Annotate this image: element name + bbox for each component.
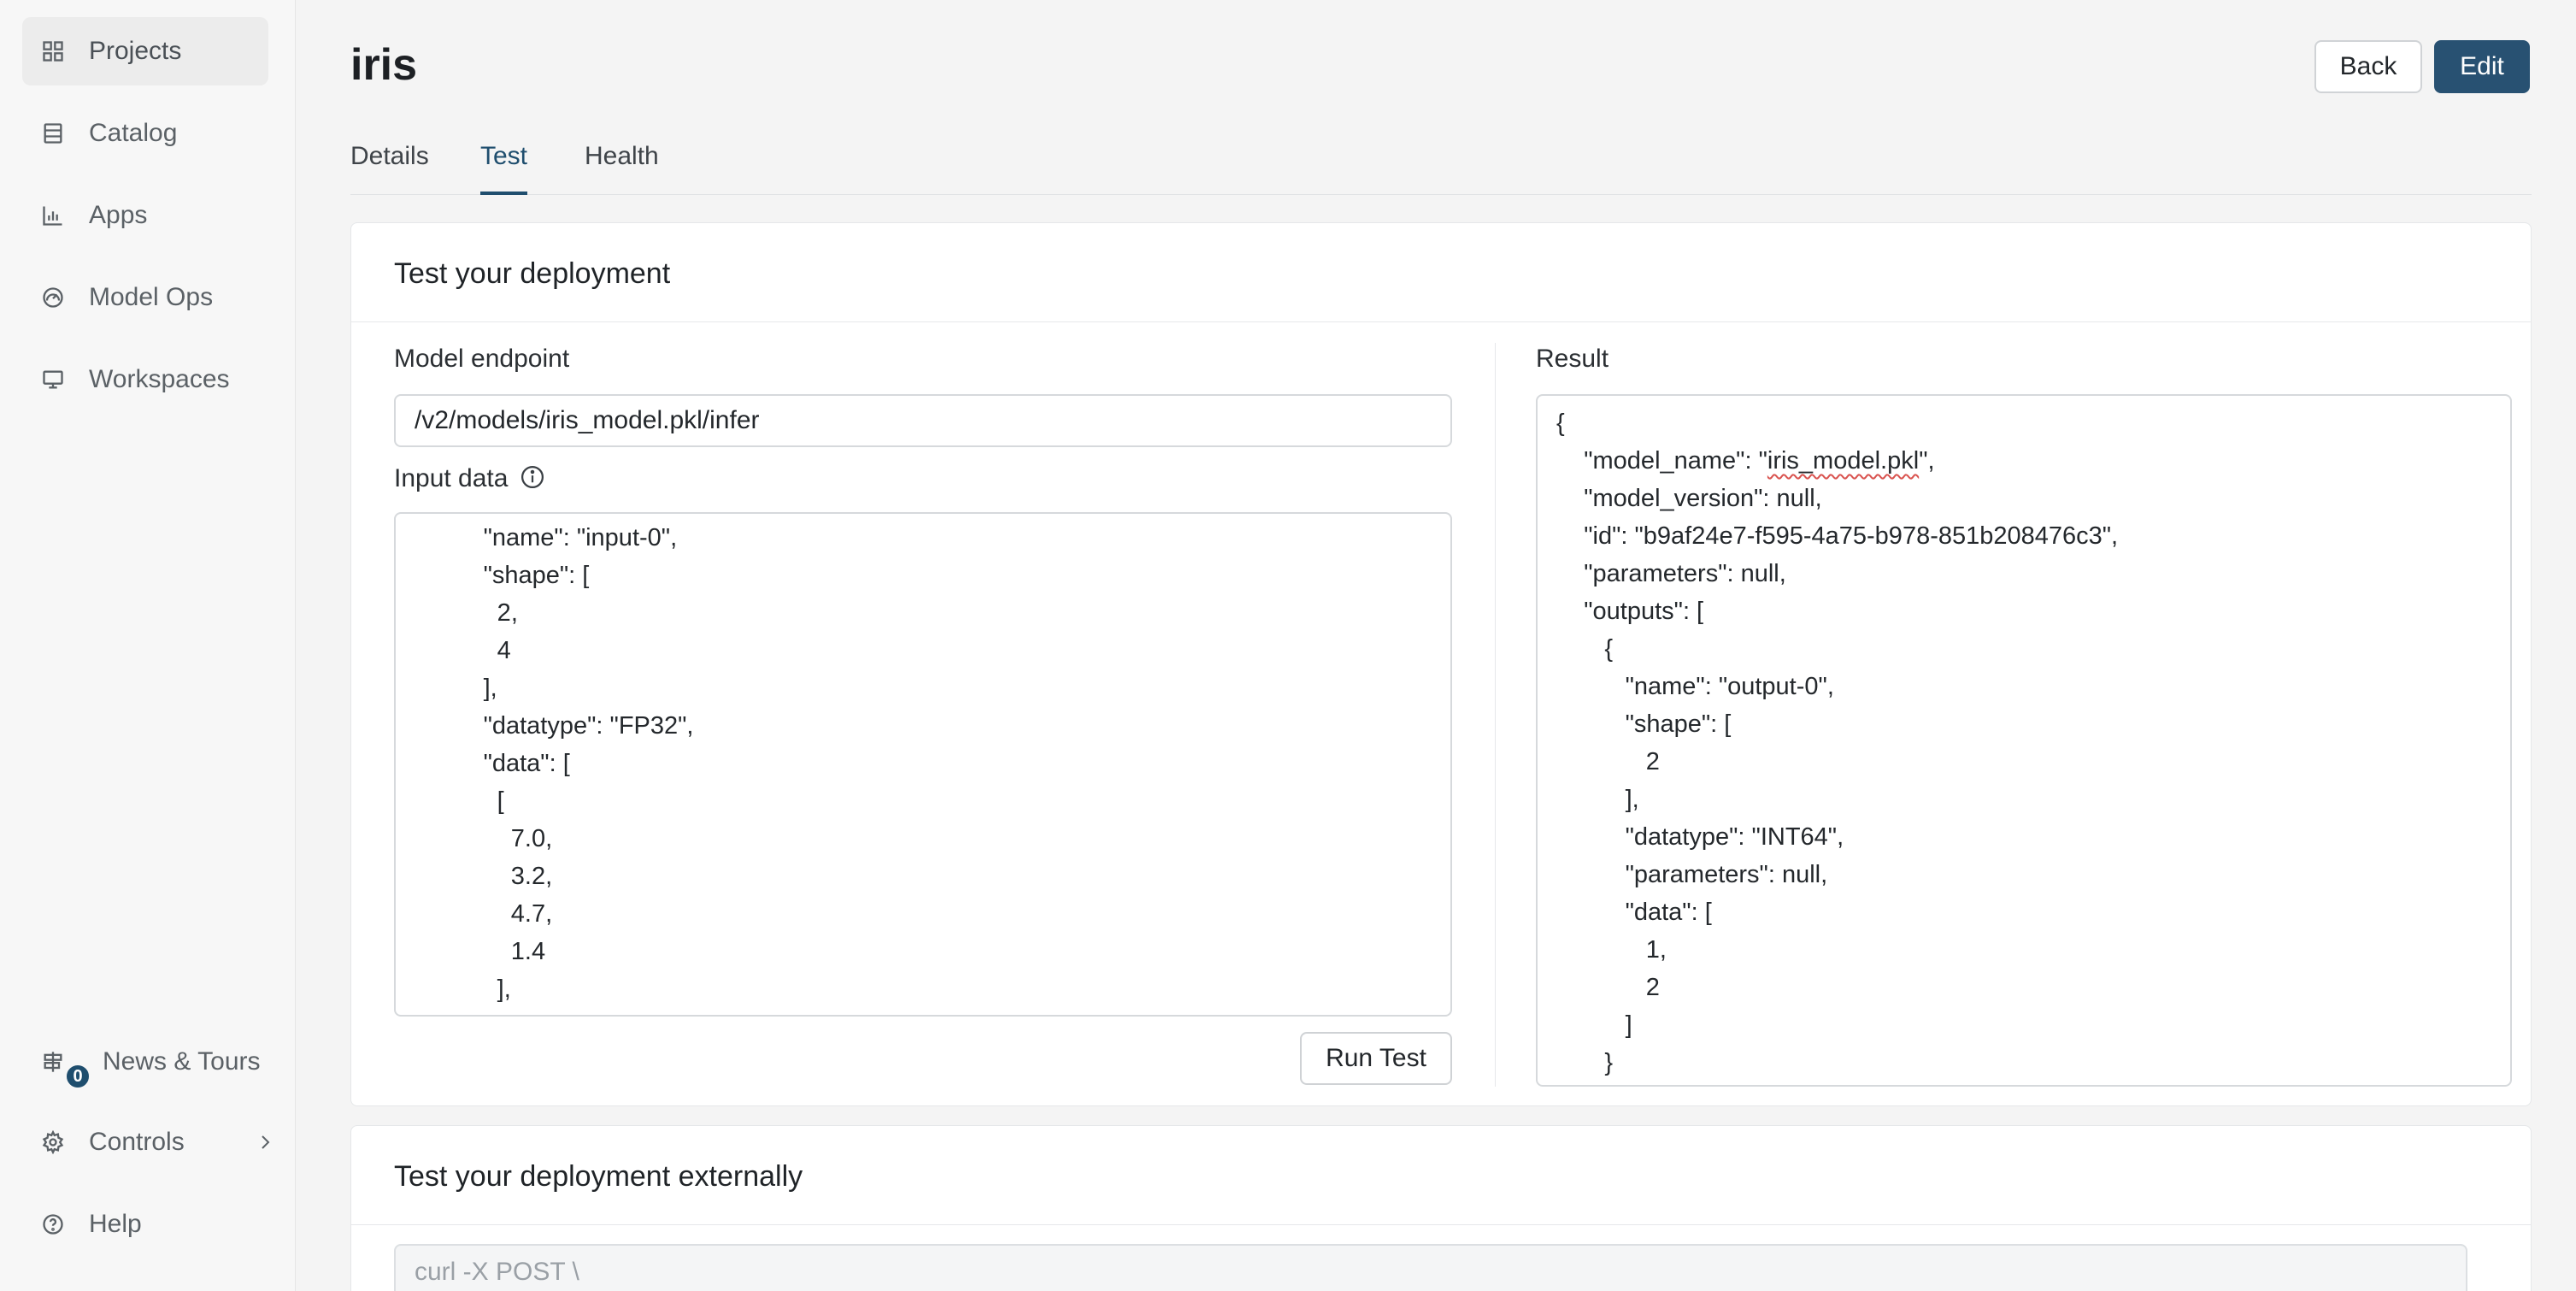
result-line: { — [1556, 410, 1565, 437]
result-line: ", — [1919, 447, 1935, 475]
tab-bar: Details Test Health — [350, 139, 2532, 195]
sidebar-item-label: Controls — [89, 1128, 185, 1156]
sidebar-item-label: Apps — [89, 201, 148, 229]
edit-button[interactable]: Edit — [2434, 40, 2530, 93]
signpost-icon — [39, 1048, 67, 1076]
sidebar-item-label: News & Tours — [103, 1047, 261, 1076]
gauge-icon — [39, 284, 67, 311]
tab-health[interactable]: Health — [585, 142, 659, 195]
test-deployment-card: Test your deployment Model endpoint /v2/… — [350, 222, 2532, 1106]
tab-details[interactable]: Details — [350, 142, 429, 195]
endpoint-label: Model endpoint — [394, 345, 570, 373]
result-lines: "model_version": null, "id": "b9af24e7-f… — [1584, 485, 2119, 1076]
sidebar-item-catalog[interactable]: Catalog — [22, 99, 268, 168]
page-title: iris — [350, 40, 418, 90]
result-label: Result — [1536, 345, 1609, 373]
bar-chart-icon — [39, 202, 67, 229]
sidebar: Projects Catalog Apps Model Ops Workspac… — [0, 0, 296, 1291]
sidebar-item-news-tours[interactable]: 0 News & Tours — [22, 1028, 268, 1096]
sidebar-item-projects[interactable]: Projects — [22, 17, 268, 85]
gear-icon — [39, 1129, 67, 1156]
column-divider — [1495, 343, 1496, 1087]
card-title: Test your deployment externally — [351, 1126, 2531, 1225]
input-data-textarea[interactable]: "name": "input-0", "shape": [ 2, 4 ], "d… — [394, 512, 1452, 1017]
input-data-label: Input data — [394, 464, 545, 493]
curl-command-field[interactable]: curl -X POST \ — [394, 1244, 2467, 1291]
sidebar-item-label: Workspaces — [89, 365, 230, 393]
card-title: Test your deployment — [351, 223, 2531, 322]
tab-test[interactable]: Test — [480, 142, 528, 195]
spellcheck-word: iris_model.pkl — [1767, 447, 1920, 475]
grid-icon — [39, 38, 67, 65]
run-test-button[interactable]: Run Test — [1300, 1032, 1452, 1085]
endpoint-input[interactable]: /v2/models/iris_model.pkl/infer — [394, 394, 1452, 447]
sidebar-item-controls[interactable]: Controls — [22, 1108, 279, 1176]
catalog-icon — [39, 120, 67, 147]
sidebar-item-label: Help — [89, 1210, 142, 1238]
result-line: "model_name": " — [1556, 447, 1767, 475]
info-icon[interactable] — [520, 464, 545, 490]
sidebar-item-apps[interactable]: Apps — [22, 181, 268, 250]
notification-badge: 0 — [65, 1064, 91, 1089]
chevron-right-icon — [255, 1130, 279, 1154]
help-icon — [39, 1211, 67, 1238]
sidebar-item-model-ops[interactable]: Model Ops — [22, 263, 268, 332]
sidebar-item-workspaces[interactable]: Workspaces — [22, 345, 268, 414]
sidebar-item-label: Catalog — [89, 119, 178, 147]
main-content: iris Back Edit Details Test Health Test … — [296, 0, 2576, 1291]
sidebar-item-label: Projects — [89, 37, 182, 65]
monitor-icon — [39, 366, 67, 393]
sidebar-item-label: Model Ops — [89, 283, 214, 311]
result-output[interactable]: { "model_name": "iris_model.pkl", "model… — [1536, 394, 2512, 1087]
back-button[interactable]: Back — [2314, 40, 2422, 93]
sidebar-item-help[interactable]: Help — [22, 1190, 268, 1259]
test-external-card: Test your deployment externally curl -X … — [350, 1125, 2532, 1291]
input-data-label-text: Input data — [394, 464, 509, 492]
